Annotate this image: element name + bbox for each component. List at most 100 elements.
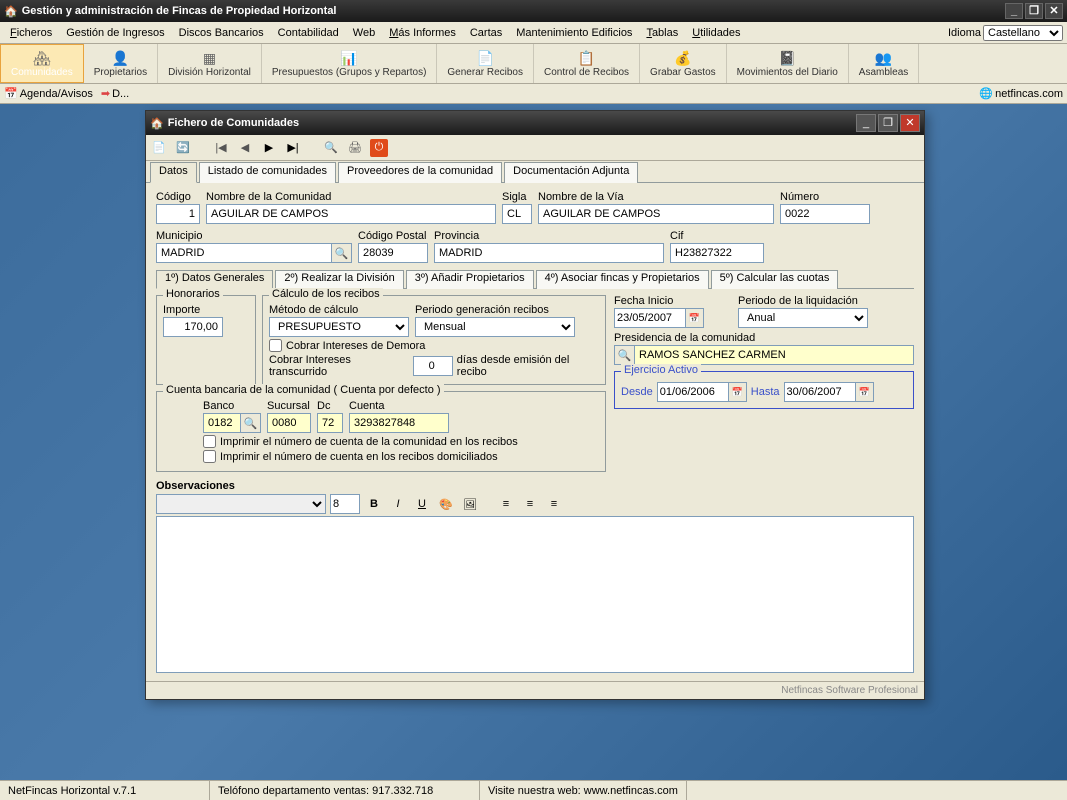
fontsize-input[interactable] xyxy=(330,494,360,514)
tab-listado[interactable]: Listado de comunidades xyxy=(199,162,336,183)
underline-icon[interactable]: U xyxy=(412,494,432,514)
menu-contabilidad[interactable]: Contabilidad xyxy=(272,25,345,41)
demora-checkbox[interactable] xyxy=(269,339,282,352)
color-icon[interactable]: 🎨 xyxy=(436,494,456,514)
dias-input[interactable] xyxy=(413,356,453,376)
refresh-icon[interactable]: 🔄 xyxy=(174,139,192,157)
desde-input[interactable] xyxy=(657,382,729,402)
chk-imprimir1[interactable] xyxy=(203,435,216,448)
status-version: NetFincas Horizontal v.7.1 xyxy=(0,781,210,800)
first-icon[interactable]: |◀ xyxy=(212,139,230,157)
image-icon[interactable]: 🖼 xyxy=(460,494,480,514)
dc-input[interactable] xyxy=(317,413,343,433)
stab-asociar[interactable]: 4º) Asociar fincas y Propietarios xyxy=(536,270,709,289)
cuenta-input[interactable] xyxy=(349,413,449,433)
editor-toolbar: B I U 🎨 🖼 ≡ ≡ ≡ xyxy=(156,492,914,516)
dialog-maximize[interactable]: ❐ xyxy=(878,114,898,132)
tab-proveedores[interactable]: Proveedores de la comunidad xyxy=(338,162,502,183)
banco-input[interactable] xyxy=(203,413,241,433)
menu-ingresos[interactable]: Gestión de Ingresos xyxy=(60,25,170,41)
statusbar: NetFincas Horizontal v.7.1 Telófono depa… xyxy=(0,780,1067,800)
provincia-input[interactable] xyxy=(434,243,664,263)
tb-control[interactable]: 📋Control de Recibos xyxy=(534,44,640,83)
subbar-item[interactable]: ➡D... xyxy=(101,87,129,100)
bold-icon[interactable]: B xyxy=(364,494,384,514)
observaciones-textarea[interactable] xyxy=(156,516,914,673)
sucursal-input[interactable] xyxy=(267,413,311,433)
align-left-icon[interactable]: ≡ xyxy=(496,494,516,514)
stop-icon[interactable]: ⏻ xyxy=(370,139,388,157)
subbar-netfincas[interactable]: 🌐netfincas.com xyxy=(979,87,1063,100)
dialog-close[interactable]: ✕ xyxy=(900,114,920,132)
metodo-select[interactable]: PRESUPUESTO xyxy=(269,317,409,337)
banco-lookup-icon[interactable]: 🔍 xyxy=(241,413,261,433)
align-center-icon[interactable]: ≡ xyxy=(520,494,540,514)
subbar-agenda[interactable]: 📅Agenda/Avisos xyxy=(4,87,93,100)
tb-comunidades[interactable]: 🏘Comunidades xyxy=(0,44,84,83)
presidencia-input[interactable] xyxy=(634,345,914,365)
tb-diario[interactable]: 📓Movimientos del Diario xyxy=(727,44,849,83)
calendar-icon[interactable]: 📅 xyxy=(729,382,747,402)
stab-propietarios[interactable]: 3º) Añadir Propietarios xyxy=(406,270,534,289)
periodo-select[interactable]: Mensual xyxy=(415,317,575,337)
observaciones-label: Observaciones xyxy=(156,480,914,492)
tb-generar[interactable]: 📄Generar Recibos xyxy=(437,44,534,83)
tb-propietarios[interactable]: 👤Propietarios xyxy=(84,44,158,83)
liquidacion-select[interactable]: Anual xyxy=(738,308,868,328)
sigla-input[interactable] xyxy=(502,204,532,224)
print-icon[interactable]: 🖨 xyxy=(346,139,364,157)
cp-input[interactable] xyxy=(358,243,428,263)
tb-gastos[interactable]: 💰Grabar Gastos xyxy=(640,44,727,83)
menu-tablas[interactable]: Tablas xyxy=(640,25,684,41)
menu-cartas[interactable]: Cartas xyxy=(464,25,508,41)
tab-documentacion[interactable]: Documentación Adjunta xyxy=(504,162,638,183)
chk-imprimir2[interactable] xyxy=(203,450,216,463)
main-toolbar: 🏘Comunidades 👤Propietarios ▦División Hor… xyxy=(0,44,1067,84)
municipio-input[interactable] xyxy=(156,243,332,263)
stab-cuotas[interactable]: 5º) Calcular las cuotas xyxy=(711,270,839,289)
menu-web[interactable]: Web xyxy=(347,25,381,41)
importe-input[interactable] xyxy=(163,317,223,337)
calendar-icon[interactable]: 📅 xyxy=(686,308,704,328)
align-right-icon[interactable]: ≡ xyxy=(544,494,564,514)
search-icon[interactable]: 🔍 xyxy=(322,139,340,157)
fecha-inicio-input[interactable] xyxy=(614,308,686,328)
font-select[interactable] xyxy=(156,494,326,514)
via-input[interactable] xyxy=(538,204,774,224)
ejercicio-group: Ejercicio Activo Desde 📅 Hasta 📅 xyxy=(614,371,914,409)
prev-icon[interactable]: ◀ xyxy=(236,139,254,157)
menu-ficheros[interactable]: Ficheros xyxy=(4,25,58,41)
lang-select[interactable]: Castellano xyxy=(983,25,1063,41)
menu-edificios[interactable]: Mantenimiento Edificios xyxy=(510,25,638,41)
subtabs: 1º) Datos Generales 2º) Realizar la Divi… xyxy=(156,269,914,289)
dialog-minimize[interactable]: _ xyxy=(856,114,876,132)
menu-discos[interactable]: Discos Bancarios xyxy=(173,25,270,41)
next-icon[interactable]: ▶ xyxy=(260,139,278,157)
main-titlebar: 🏠 Gestión y administración de Fincas de … xyxy=(0,0,1067,22)
italic-icon[interactable]: I xyxy=(388,494,408,514)
menu-utilidades[interactable]: Utilidades xyxy=(686,25,746,41)
tab-datos[interactable]: Datos xyxy=(150,162,197,183)
last-icon[interactable]: ▶| xyxy=(284,139,302,157)
dialog-footer: Netfincas Software Profesional xyxy=(146,681,924,699)
new-icon[interactable]: 📄 xyxy=(150,139,168,157)
stab-division[interactable]: 2º) Realizar la División xyxy=(275,270,403,289)
tb-asambleas[interactable]: 👥Asambleas xyxy=(849,44,919,83)
close-button[interactable]: ✕ xyxy=(1045,3,1063,19)
numero-input[interactable] xyxy=(780,204,870,224)
presidencia-lookup-icon[interactable]: 🔍 xyxy=(614,345,634,365)
tb-division[interactable]: ▦División Horizontal xyxy=(158,44,262,83)
codigo-input[interactable] xyxy=(156,204,200,224)
dialog-tabs: Datos Listado de comunidades Proveedores… xyxy=(146,161,924,183)
maximize-button[interactable]: ❐ xyxy=(1025,3,1043,19)
municipio-lookup-icon[interactable]: 🔍 xyxy=(332,243,352,263)
cif-input[interactable] xyxy=(670,243,764,263)
tb-presupuestos[interactable]: 📊Presupuestos (Grupos y Repartos) xyxy=(262,44,438,83)
menu-informes[interactable]: Más Informes xyxy=(383,25,462,41)
calendar-icon[interactable]: 📅 xyxy=(856,382,874,402)
hasta-input[interactable] xyxy=(784,382,856,402)
minimize-button[interactable]: _ xyxy=(1005,3,1023,19)
status-telefono: Telófono departamento ventas: 917.332.71… xyxy=(210,781,480,800)
stab-generales[interactable]: 1º) Datos Generales xyxy=(156,270,273,289)
nombre-input[interactable] xyxy=(206,204,496,224)
